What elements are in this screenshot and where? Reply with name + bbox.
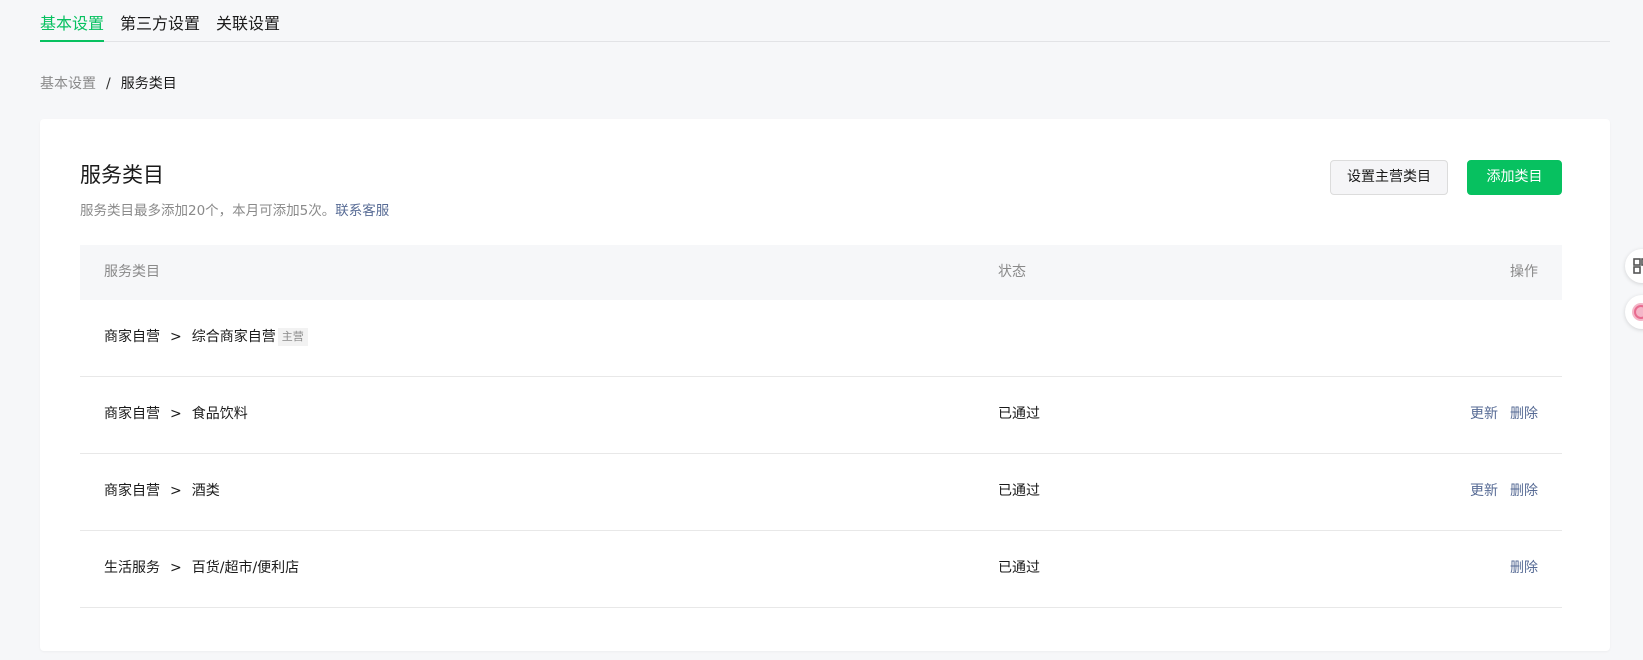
contact-service-link[interactable]: 联系客服 — [335, 203, 389, 219]
tab-third-party-settings[interactable]: 第三方设置 — [120, 13, 200, 40]
table-row: 商家自营 > 酒类 已通过 更新 删除 — [80, 454, 1562, 531]
header-category: 服务类目 — [104, 264, 160, 280]
main-category-tag: 主营 — [277, 328, 308, 346]
service-category-card: 服务类目 服务类目最多添加20个，本月可添加5次。联系客服 设置主营类目 添加类… — [40, 119, 1610, 651]
tab-linked-settings[interactable]: 关联设置 — [216, 13, 280, 40]
category-table: 服务类目 状态 操作 商家自营 > 综合商家自营 主营 商家自营 > 食品饮料 已通过 更… — [80, 245, 1562, 608]
grid-icon — [1633, 258, 1643, 274]
category-cell: 商家自营 > 食品饮料 — [104, 404, 248, 424]
category-arrow: > — [170, 406, 182, 422]
status-cell: 已通过 — [998, 406, 1040, 422]
breadcrumb-root-link[interactable]: 基本设置 — [40, 76, 96, 92]
category-arrow: > — [170, 483, 182, 499]
operations-cell: 删除 — [1498, 558, 1538, 578]
tab-basic-settings[interactable]: 基本设置 — [40, 13, 105, 42]
delete-link[interactable]: 删除 — [1510, 483, 1538, 499]
table-row: 商家自营 > 综合商家自营 主营 — [80, 300, 1562, 377]
floating-grid-button[interactable] — [1625, 249, 1643, 283]
category-primary: 生活服务 — [104, 560, 160, 576]
operations-cell: 更新 删除 — [1458, 481, 1538, 501]
breadcrumb-separator: / — [106, 76, 111, 92]
add-category-button[interactable]: 添加类目 — [1467, 160, 1562, 195]
operations-cell: 更新 删除 — [1458, 404, 1538, 424]
category-secondary: 综合商家自营 — [191, 329, 276, 345]
category-secondary: 百货/超市/便利店 — [191, 560, 300, 576]
category-cell: 生活服务 > 百货/超市/便利店 — [104, 558, 299, 578]
category-arrow: > — [170, 560, 182, 576]
description-text: 服务类目最多添加20个，本月可添加5次。 — [80, 203, 336, 219]
category-arrow: > — [170, 329, 182, 345]
category-cell: 商家自营 > 综合商家自营 主营 — [104, 327, 308, 347]
table-header: 服务类目 状态 操作 — [80, 245, 1562, 300]
coin-icon — [1632, 303, 1643, 321]
breadcrumb: 基本设置 / 服务类目 — [40, 74, 177, 94]
update-link[interactable]: 更新 — [1470, 406, 1498, 422]
status-cell: 已通过 — [998, 483, 1040, 499]
category-primary: 商家自营 — [104, 406, 160, 422]
category-secondary: 酒类 — [191, 483, 220, 499]
category-primary: 商家自营 — [104, 483, 160, 499]
header-status: 状态 — [998, 264, 1026, 280]
page-title: 服务类目 — [80, 163, 164, 187]
header-operations: 操作 — [1510, 264, 1538, 280]
update-link[interactable]: 更新 — [1470, 483, 1498, 499]
table-row: 生活服务 > 百货/超市/便利店 已通过 删除 — [80, 531, 1562, 608]
status-cell: 已通过 — [998, 560, 1040, 576]
table-row: 商家自营 > 食品饮料 已通过 更新 删除 — [80, 377, 1562, 454]
breadcrumb-current: 服务类目 — [120, 76, 177, 92]
card-description: 服务类目最多添加20个，本月可添加5次。联系客服 — [80, 201, 389, 221]
category-secondary: 食品饮料 — [191, 406, 248, 422]
top-tabs: 基本设置 第三方设置 关联设置 — [40, 0, 1610, 42]
set-main-category-button[interactable]: 设置主营类目 — [1330, 160, 1448, 195]
category-primary: 商家自营 — [104, 329, 160, 345]
delete-link[interactable]: 删除 — [1510, 560, 1538, 576]
floating-coin-button[interactable] — [1625, 295, 1643, 329]
category-cell: 商家自营 > 酒类 — [104, 481, 220, 501]
delete-link[interactable]: 删除 — [1510, 406, 1538, 422]
